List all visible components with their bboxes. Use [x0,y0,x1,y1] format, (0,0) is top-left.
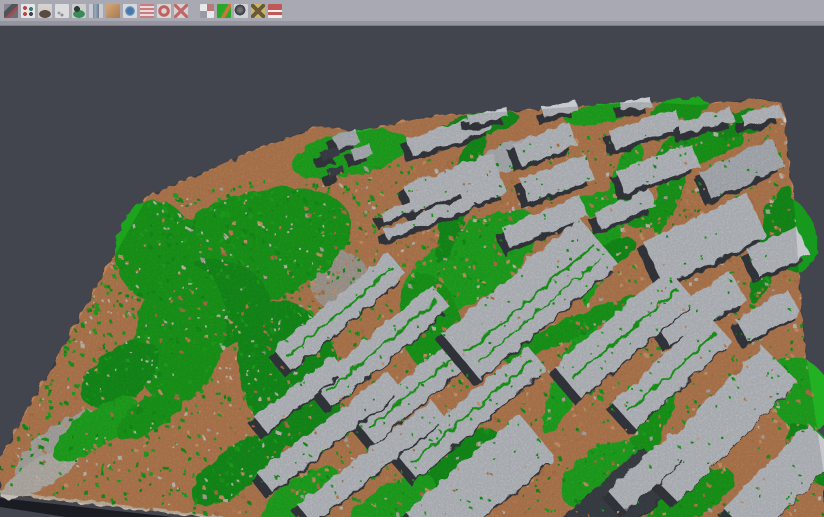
flag-icon[interactable] [268,4,282,18]
toolbar-group-2 [198,4,283,18]
globe-icon[interactable] [123,4,137,18]
column-icon[interactable] [89,4,103,18]
photo-icon[interactable] [4,4,18,18]
toolbar-group-1 [2,4,189,18]
target-icon[interactable] [157,4,171,18]
table-icon[interactable] [140,4,154,18]
contour-icon[interactable] [55,4,69,18]
points-icon[interactable] [21,4,35,18]
mesh-icon[interactable] [251,4,265,18]
extent-icon[interactable] [174,4,188,18]
scene-render [0,26,824,517]
viewport-3d[interactable] [0,26,824,517]
classification-icon[interactable] [217,4,231,18]
terrain-icon[interactable] [38,4,52,18]
box-icon[interactable] [106,4,120,18]
checker-icon[interactable] [200,4,214,18]
toolbar [0,0,824,21]
application-window [0,0,824,517]
sphere-icon[interactable] [234,4,248,18]
hill-icon[interactable] [72,4,86,18]
